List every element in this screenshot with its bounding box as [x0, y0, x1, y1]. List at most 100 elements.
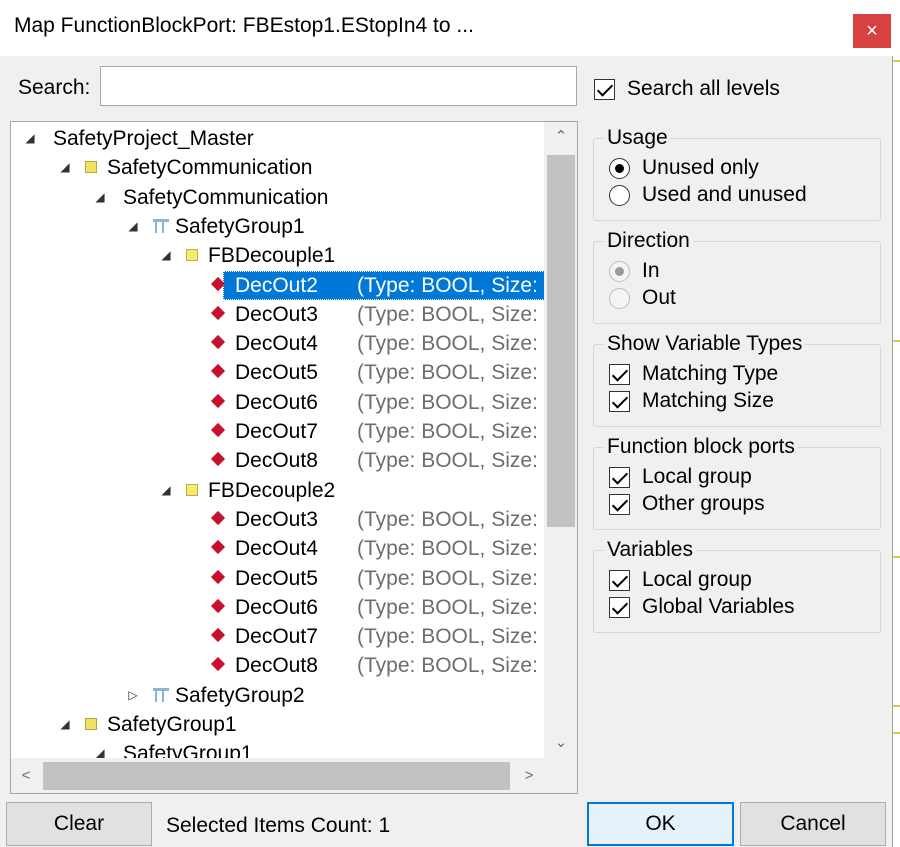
search-input[interactable] [100, 66, 577, 106]
fb-icon [186, 249, 198, 262]
tree-item[interactable]: ◢ SafetyCommunication [11, 153, 544, 182]
vertical-scrollbar[interactable]: ⌃ ⌄ [544, 122, 577, 758]
tree-item-label: DecOut7 [235, 420, 318, 443]
tree-item-label: SafetyGroup1 [175, 214, 305, 238]
tree-item[interactable]: ◢ SafetyGroup1 [11, 710, 544, 739]
clear-button[interactable]: Clear [6, 802, 152, 846]
usage-group: Usage Unused only Used and unused [593, 126, 881, 221]
search-all-levels-option[interactable]: Search all levels [594, 77, 780, 101]
variables-local-group-checkbox[interactable] [609, 569, 630, 591]
horizontal-scrollbar[interactable]: < > [11, 758, 577, 793]
tree-item[interactable]: DecOut8 (Type: BOOL, Size: 1 [11, 446, 555, 475]
matching-size-label: Matching Size [642, 389, 774, 412]
scroll-up-arrow-icon[interactable]: ⌃ [544, 122, 577, 152]
tree-item-label: DecOut6 [235, 595, 318, 619]
tree-item[interactable]: ◢ FBDecouple1 [11, 241, 544, 270]
variables-global-option[interactable]: Global Variables [609, 595, 795, 619]
expanded-arrow-icon[interactable]: ◢ [126, 212, 140, 241]
tree-item-type: (Type: BOOL, Size: 1 [357, 302, 556, 326]
tree-item-type: (Type: BOOL, Size: 1 [357, 595, 556, 619]
fb-ports-local-group-label: Local group [642, 465, 752, 488]
tree-item[interactable]: DecOut4 (Type: BOOL, Size: 1 [11, 534, 555, 563]
group-icon [153, 218, 169, 233]
expanded-arrow-icon[interactable]: ◢ [23, 124, 37, 153]
tree-item[interactable]: DecOut4 (Type: BOOL, Size: 1 [11, 329, 555, 358]
cancel-button[interactable]: Cancel [740, 802, 886, 846]
matching-type-checkbox[interactable] [609, 363, 630, 385]
window-title: Map FunctionBlockPort: FBEstop1.EStopIn4… [14, 14, 474, 37]
usage-option-unused-only[interactable]: Unused only [609, 156, 759, 180]
tree-item-type: (Type: BOOL, Size: 1 [357, 361, 556, 385]
group-icon [153, 687, 169, 702]
tree-item-label: SafetyGroup1 [107, 713, 237, 736]
tree-item-label: FBDecouple1 [208, 244, 336, 268]
tree-item[interactable]: DecOut7 (Type: BOOL, Size: 1 [11, 417, 555, 446]
tree-item[interactable]: DecOut3 (Type: BOOL, Size: 1 [11, 505, 555, 534]
scroll-right-arrow-icon[interactable]: > [514, 758, 544, 793]
variables-local-group-option[interactable]: Local group [609, 568, 752, 592]
tree-item-label: SafetyCommunication [107, 156, 313, 180]
collapsed-arrow-icon[interactable]: ▷ [126, 681, 140, 710]
search-label: Search: [18, 76, 91, 99]
port-icon [210, 598, 226, 613]
tree-item-label: DecOut8 [235, 654, 318, 678]
expanded-arrow-icon[interactable]: ◢ [58, 153, 72, 182]
matching-type-option[interactable]: Matching Type [609, 362, 778, 386]
used-and-unused-radio[interactable] [609, 184, 630, 206]
expanded-arrow-icon[interactable]: ◢ [159, 476, 173, 505]
tree-item[interactable]: DecOut2 (Type: BOOL, Size: 1 [11, 270, 555, 300]
search-all-levels-checkbox[interactable] [594, 78, 615, 100]
fb-ports-local-group-option[interactable]: Local group [609, 465, 752, 489]
fb-ports-local-group-checkbox[interactable] [609, 466, 630, 488]
tree-item[interactable]: DecOut6 (Type: BOOL, Size: 1 [11, 593, 555, 622]
ok-button[interactable]: OK [587, 802, 734, 846]
show-variable-types-title: Show Variable Types [604, 332, 806, 356]
expanded-arrow-icon[interactable]: ◢ [58, 710, 72, 739]
tree-item[interactable]: ◢ SafetyCommunication [11, 183, 544, 212]
horizontal-scroll-thumb[interactable] [43, 762, 510, 790]
expanded-arrow-icon[interactable]: ◢ [93, 183, 107, 212]
selected-items-count: Selected Items Count: 1 [166, 814, 391, 837]
tree-item[interactable]: DecOut3 (Type: BOOL, Size: 1 [11, 300, 555, 329]
direction-in-label: In [642, 259, 660, 282]
tree-item[interactable]: DecOut6 (Type: BOOL, Size: 1 [11, 388, 555, 417]
usage-option-used-and-unused[interactable]: Used and unused [609, 183, 807, 207]
tree-item-label: SafetyGroup2 [175, 683, 305, 707]
tree-item-label: SafetyCommunication [123, 185, 329, 209]
port-icon [210, 452, 226, 467]
tree-item-type: (Type: BOOL, Size: 1 [357, 332, 556, 356]
unused-only-radio[interactable] [609, 157, 630, 179]
tree-item[interactable]: DecOut5 (Type: BOOL, Size: 1 [11, 358, 555, 387]
tree-item[interactable]: DecOut8 (Type: BOOL, Size: 1 [11, 651, 555, 680]
tree-item-type: (Type: BOOL, Size: 1 [357, 625, 556, 649]
tree-item-label: DecOut2 [235, 273, 318, 297]
tree-item-type: (Type: BOOL, Size: 1 [357, 420, 556, 443]
tree-item-label: DecOut5 [235, 361, 318, 385]
scroll-left-arrow-icon[interactable]: < [11, 758, 41, 793]
tree-item[interactable]: ▷ SafetyGroup2 [11, 681, 544, 710]
direction-option-in: In [609, 259, 660, 283]
tree-item-label: DecOut3 [235, 507, 318, 531]
search-all-levels-label: Search all levels [627, 77, 780, 100]
vertical-scroll-thumb[interactable] [547, 155, 575, 527]
matching-size-checkbox[interactable] [609, 390, 630, 412]
tree-item[interactable]: DecOut7 (Type: BOOL, Size: 1 [11, 622, 555, 651]
global-variables-checkbox[interactable] [609, 596, 630, 618]
close-button[interactable]: × [853, 14, 891, 48]
port-icon [210, 569, 226, 584]
tree-item-label: DecOut6 [235, 390, 318, 414]
direction-option-out: Out [609, 286, 676, 310]
tree-item[interactable]: ◢ SafetyGroup1 [11, 212, 544, 241]
tree-item-type: (Type: BOOL, Size: 1 [357, 449, 556, 473]
tree-item[interactable]: ◢ FBDecouple2 [11, 476, 544, 505]
port-tree-view[interactable]: ◢ SafetyProject_Master ◢ SafetyCommunicatio… [10, 121, 578, 794]
tree-item-label: FBDecouple2 [208, 478, 336, 502]
tree-item[interactable]: ◢ SafetyProject_Master [11, 124, 544, 153]
expanded-arrow-icon[interactable]: ◢ [159, 241, 173, 270]
tree-item[interactable]: DecOut5 (Type: BOOL, Size: 1 [11, 564, 555, 593]
scroll-down-arrow-icon[interactable]: ⌄ [544, 728, 577, 758]
fb-ports-other-groups-option[interactable]: Other groups [609, 492, 765, 516]
close-icon: × [866, 20, 878, 42]
matching-size-option[interactable]: Matching Size [609, 389, 774, 413]
fb-ports-other-groups-checkbox[interactable] [609, 493, 630, 515]
